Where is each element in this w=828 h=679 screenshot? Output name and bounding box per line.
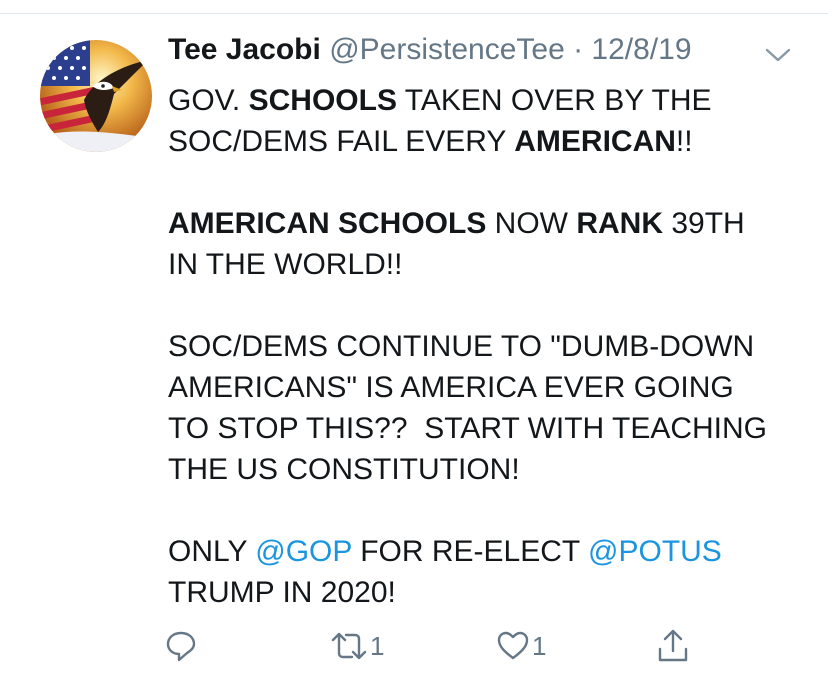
reply-button[interactable] [164,626,198,666]
tweet-text-line: TRUMP IN 2020! [168,572,808,613]
tweet-text-run: SOC/DEMS CONTINUE TO "DUMB-DOWN [168,330,755,363]
tweet-text-run: GOV. [168,84,249,117]
tweet-text-run: ONLY [168,535,256,568]
handle[interactable]: @PersistenceTee [329,33,565,66]
top-divider [0,13,828,14]
user-avatar[interactable] [40,40,152,152]
tweet-text-line [168,490,808,531]
tweet-text-run: !! [675,125,693,158]
tweet-text-line [168,162,808,203]
retweet-button[interactable]: 1 [330,626,384,666]
tweet-text-run: TRUMP IN 2020! [168,576,396,609]
tweet-text-line: SOC/DEMS FAIL EVERY AMERICAN!! [168,121,808,162]
bold-text: AMERICAN [514,125,676,158]
tweet-text-run: AMERICANS" IS AMERICA EVER GOING [168,371,734,404]
bold-text: SCHOOLS [248,84,397,117]
tweet-text: GOV. SCHOOLS TAKEN OVER BY THE SOC/DEMS F… [168,80,808,613]
bold-text: AMERICAN SCHOOLS [168,207,487,240]
bold-text: RANK [576,207,664,240]
like-count: 1 [532,630,547,661]
tweet-text-run: SOC/DEMS FAIL EVERY [168,125,515,158]
mention-link[interactable]: @GOP [255,535,352,568]
tweet-text-run: NOW [486,207,577,240]
meta-separator: · [564,33,592,66]
tweet-text-run: IN THE WORLD!! [168,248,403,281]
display-name[interactable]: Tee Jacobi [168,33,321,66]
tweet-actions: 1 1 [0,626,828,666]
tweet-text-line: AMERICANS" IS AMERICA EVER GOING [168,367,808,408]
tweet-text-run: TAKEN OVER BY THE [396,84,712,117]
tweet-text-line: AMERICAN SCHOOLS NOW RANK 39TH [168,203,808,244]
tweet-text-line: THE US CONSTITUTION! [168,449,808,490]
eagle-flag-avatar-icon [40,40,152,152]
tweet-text-line: TO STOP THIS?? START WITH TEACHING [168,408,808,449]
chevron-down-icon[interactable] [764,46,792,64]
tweet-text-line [168,285,808,326]
mention-link[interactable]: @POTUS [588,535,722,568]
retweet-icon [331,632,367,660]
retweet-count: 1 [370,630,385,661]
tweet-text-line: ONLY @GOP FOR RE-ELECT @POTUS [168,531,808,572]
heart-icon [497,631,529,660]
tweet-header: Tee Jacobi @PersistenceTee · 12/8/19 [168,28,692,72]
like-button[interactable]: 1 [496,626,546,666]
share-button[interactable] [656,626,690,666]
tweet-date[interactable]: 12/8/19 [591,33,691,66]
reply-icon [166,631,196,662]
tweet-text-line: GOV. SCHOOLS TAKEN OVER BY THE [168,80,808,121]
tweet-text-line: IN THE WORLD!! [168,244,808,285]
tweet-text-line: SOC/DEMS CONTINUE TO "DUMB-DOWN [168,326,808,367]
tweet-text-run: FOR RE-ELECT [351,535,589,568]
tweet-text-run: TO STOP THIS?? START WITH TEACHING [168,412,768,445]
share-icon [658,629,688,662]
tweet-text-run: THE US CONSTITUTION! [168,453,520,486]
tweet-text-run: 39TH [663,207,745,240]
